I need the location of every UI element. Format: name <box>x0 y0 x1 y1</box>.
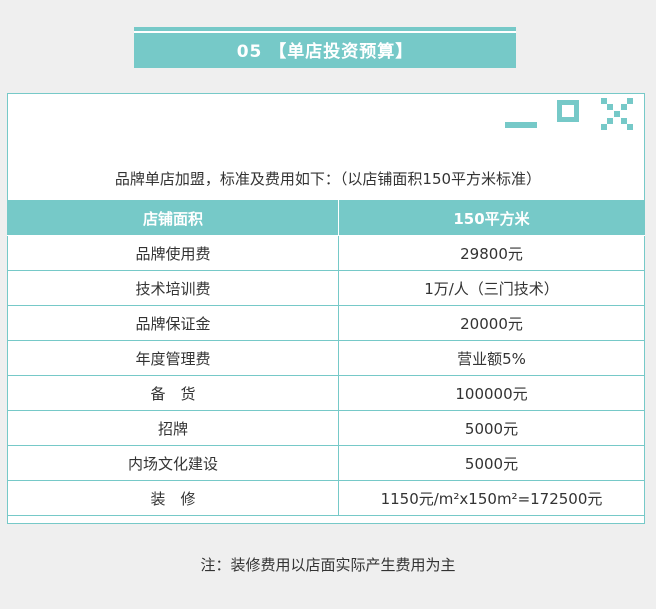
footnote: 注：装修费用以店面实际产生费用为主 <box>200 556 456 574</box>
table-row: 招牌 5000元 <box>7 410 645 446</box>
fee-amount: 5000元 <box>338 410 645 446</box>
fee-amount: 5000元 <box>338 445 645 481</box>
fee-item: 装 修 <box>7 480 339 516</box>
table-row: 品牌使用费 29800元 <box>7 235 645 271</box>
fee-amount: 1万/人（三门技术） <box>338 270 645 306</box>
minimize-icon <box>505 122 537 128</box>
fee-item: 技术培训费 <box>7 270 339 306</box>
fee-amount: 营业额5% <box>338 340 645 376</box>
table-row: 年度管理费 营业额5% <box>7 340 645 376</box>
table-row: 装 修 1150元/m²x150m²=172500元 <box>7 480 645 516</box>
close-icon <box>601 98 633 130</box>
fee-amount: 100000元 <box>338 375 645 411</box>
header-area-value: 150平方米 <box>338 200 645 236</box>
fee-item: 招牌 <box>7 410 339 446</box>
fee-item: 品牌保证金 <box>7 305 339 341</box>
fee-item: 品牌使用费 <box>7 235 339 271</box>
window-controls <box>505 98 635 134</box>
table-header-row: 店铺面积 150平方米 <box>7 200 645 236</box>
section-title: 05 【单店投资预算】 <box>236 42 414 62</box>
fee-item: 备 货 <box>7 375 339 411</box>
table-row: 备 货 100000元 <box>7 375 645 411</box>
table-row: 品牌保证金 20000元 <box>7 305 645 341</box>
maximize-icon <box>557 100 579 122</box>
fee-amount: 29800元 <box>338 235 645 271</box>
section-title-bar: 05 【单店投资预算】 <box>134 27 516 68</box>
fee-amount: 1150元/m²x150m²=172500元 <box>338 480 645 516</box>
investment-budget-table: 店铺面积 150平方米 品牌使用费 29800元 技术培训费 1万/人（三门技术… <box>7 200 645 516</box>
table-row: 内场文化建设 5000元 <box>7 445 645 481</box>
fee-item: 内场文化建设 <box>7 445 339 481</box>
fee-amount: 20000元 <box>338 305 645 341</box>
header-store-area: 店铺面积 <box>7 200 339 236</box>
fee-item: 年度管理费 <box>7 340 339 376</box>
table-row: 技术培训费 1万/人（三门技术） <box>7 270 645 306</box>
intro-text: 品牌单店加盟，标准及费用如下：（以店铺面积150平方米标准） <box>114 170 542 188</box>
